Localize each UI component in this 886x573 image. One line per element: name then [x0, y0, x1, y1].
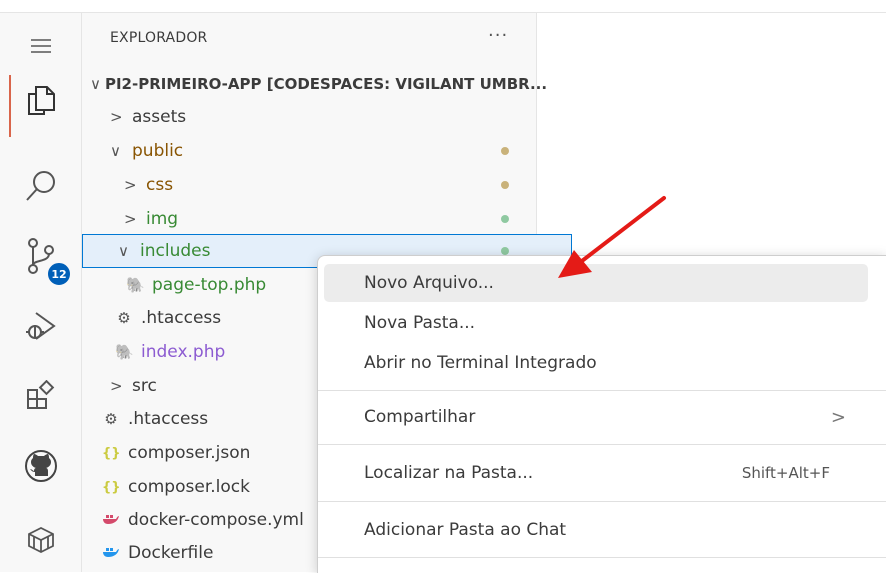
tree-item-label: src [132, 376, 157, 396]
chevron-right-icon: > [110, 377, 123, 395]
menu-separator [318, 390, 886, 391]
tree-item-label: composer.lock [128, 477, 250, 497]
menu-item-share[interactable]: Compartilhar > [324, 398, 868, 436]
gear-icon: ⚙ [104, 410, 118, 428]
menu-item-open-terminal[interactable]: Abrir no Terminal Integrado [324, 344, 868, 382]
menu-separator [318, 501, 886, 502]
tree-item-label: page-top.php [152, 275, 267, 295]
modified-dot [501, 181, 509, 189]
tree-item-label: includes [140, 241, 211, 261]
menu-separator [318, 444, 886, 445]
github-icon[interactable] [0, 435, 81, 497]
chevron-right-icon: > [124, 176, 137, 194]
gear-icon: ⚙ [117, 309, 131, 327]
chevron-down-icon: ∨ [110, 142, 121, 160]
braces-icon: {} [102, 479, 121, 495]
docker-icon [102, 511, 120, 529]
chevron-right-icon: > [110, 108, 123, 126]
source-control-badge: 12 [46, 261, 72, 287]
php-icon: 🐘 [126, 276, 145, 294]
docker-icon [102, 544, 120, 562]
tree-item-label: .htaccess [141, 308, 222, 328]
menu-icon[interactable] [0, 15, 81, 77]
activity-bar: 12 [0, 13, 82, 572]
menu-item-label: Compartilhar [364, 407, 476, 427]
remote-explorer-icon[interactable] [0, 509, 81, 571]
tree-item-css[interactable]: > css [82, 168, 578, 202]
explorer-title: EXPLORADOR [110, 30, 208, 46]
files-icon[interactable] [0, 69, 81, 137]
tree-item-public[interactable]: ∨ public [82, 134, 564, 168]
tree-item-label: composer.json [128, 443, 251, 463]
extensions-icon[interactable] [0, 365, 81, 427]
tree-item-label: assets [132, 107, 187, 127]
php-icon: 🐘 [115, 343, 134, 361]
tree-item-label: Dockerfile [128, 543, 214, 563]
chevron-right-icon: > [830, 406, 846, 428]
chevron-down-icon: ∨ [90, 75, 101, 93]
keyboard-shortcut: Shift+Alt+F [741, 464, 830, 482]
workspace-root[interactable]: ∨ PI2-PRIMEIRO-APP [CODESPACES: VIGILANT… [82, 67, 548, 101]
modified-dot [501, 147, 509, 155]
tree-item-label: index.php [141, 342, 226, 362]
source-control-icon[interactable]: 12 [0, 225, 81, 287]
workspace-root-label: PI2-PRIMEIRO-APP [CODESPACES: VIGILANT U… [104, 75, 548, 93]
menu-item-new-file[interactable]: Novo Arquivo... [324, 264, 868, 302]
run-debug-icon[interactable] [0, 295, 81, 357]
added-dot [501, 215, 509, 223]
more-actions-icon[interactable]: ··· [488, 25, 508, 46]
chevron-down-icon: ∨ [118, 242, 129, 260]
menu-item-find-in-folder[interactable]: Localizar na Pasta... Shift+Alt+F [324, 454, 868, 492]
menu-item-label: Localizar na Pasta... [364, 463, 534, 483]
tree-item-img[interactable]: > img [82, 202, 578, 236]
tree-item-label: .htaccess [128, 409, 209, 429]
search-icon[interactable] [0, 155, 81, 217]
tree-item-label: public [132, 141, 184, 161]
menu-separator [318, 557, 886, 558]
tree-item-label: docker-compose.yml [128, 510, 304, 530]
chevron-right-icon: > [124, 210, 137, 228]
added-dot [501, 247, 509, 255]
tree-item-label: css [146, 175, 174, 195]
tree-item-assets[interactable]: > assets [82, 100, 564, 134]
title-bar-edge [0, 0, 886, 13]
braces-icon: {} [102, 445, 121, 461]
tree-item-label: img [146, 209, 179, 229]
context-menu: Novo Arquivo... Nova Pasta... Abrir no T… [317, 255, 886, 573]
menu-item-add-to-chat[interactable]: Adicionar Pasta ao Chat [324, 511, 868, 549]
menu-item-new-folder[interactable]: Nova Pasta... [324, 304, 868, 342]
